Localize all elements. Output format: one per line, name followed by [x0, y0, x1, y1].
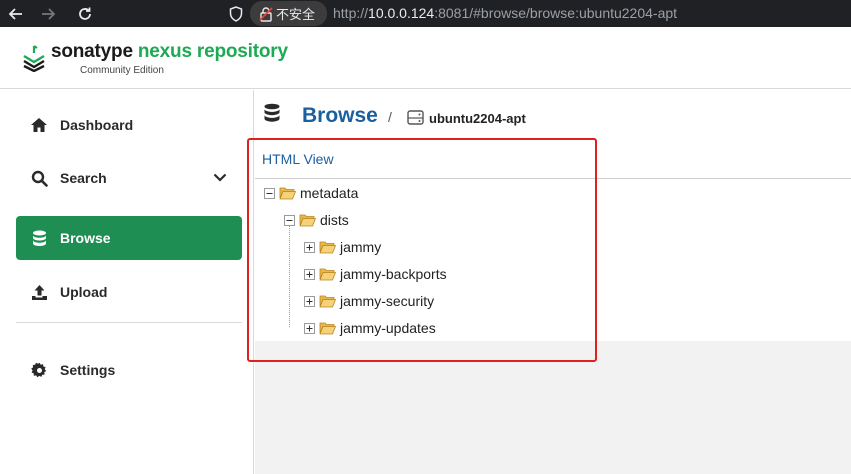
sidebar-item-label: Browse — [60, 230, 111, 246]
view-divider — [255, 178, 851, 179]
sidebar-divider — [16, 322, 242, 323]
tree-node-label: jammy-updates — [340, 320, 436, 336]
empty-panel-area — [255, 341, 851, 474]
sidebar-item-label: Upload — [60, 284, 108, 300]
database-icon — [264, 103, 280, 122]
folder-open-icon — [279, 187, 296, 200]
sidebar-item-search[interactable]: Search — [16, 156, 242, 200]
tree-node-dists[interactable]: dists — [284, 210, 349, 230]
brand-product: nexus repository — [137, 41, 288, 62]
tree-node-jammy[interactable]: jammy — [304, 237, 381, 257]
upload-icon — [29, 282, 49, 302]
folder-open-icon — [319, 241, 336, 254]
search-icon — [29, 168, 49, 188]
folder-open-icon — [319, 322, 336, 335]
arrow-left-icon — [8, 8, 22, 20]
sidebar-item-label: Settings — [60, 362, 116, 378]
back-button[interactable] — [6, 4, 26, 24]
repository-icon — [407, 110, 424, 125]
page-title[interactable]: Browse — [302, 104, 378, 128]
tree-node-label: jammy-security — [340, 293, 435, 309]
expand-icon[interactable] — [304, 322, 315, 334]
broken-lock-icon — [259, 6, 273, 22]
home-icon — [29, 115, 49, 135]
tree-node-label: metadata — [300, 185, 359, 201]
url-path: :8081/#browse/browse:ubuntu2204-apt — [434, 5, 678, 21]
tree-node-metadata[interactable]: metadata — [264, 183, 358, 203]
tree-node-jammy-backports[interactable]: jammy-backports — [304, 264, 447, 284]
main-content: Browse / ubuntu2204-apt HTML View metada… — [255, 90, 851, 474]
tree-node-label: jammy-backports — [340, 266, 447, 282]
app-header: sonatype nexus repository Community Edit… — [0, 27, 851, 89]
breadcrumb-repository: ubuntu2204-apt — [429, 111, 526, 126]
forward-button[interactable] — [38, 4, 58, 24]
database-icon — [29, 228, 49, 248]
brand-name: sonatype nexus repository — [51, 41, 288, 63]
chevron-down-icon[interactable] — [212, 169, 228, 185]
url-scheme: http:// — [333, 5, 369, 21]
folder-open-icon — [319, 295, 336, 308]
sidebar-item-browse[interactable]: Browse — [16, 216, 242, 260]
folder-open-icon — [319, 268, 336, 281]
expand-icon[interactable] — [304, 268, 315, 280]
gear-icon — [29, 360, 49, 380]
sonatype-logo-icon[interactable] — [22, 44, 46, 72]
sidebar: Dashboard Search Browse Upload Settings — [0, 90, 254, 474]
sidebar-item-upload[interactable]: Upload — [16, 270, 242, 314]
sidebar-item-settings[interactable]: Settings — [16, 348, 242, 392]
reload-button[interactable] — [75, 4, 95, 24]
tree-connector — [289, 215, 290, 327]
collapse-icon[interactable] — [264, 187, 275, 199]
html-view-link[interactable]: HTML View — [262, 151, 334, 167]
sidebar-item-label: Search — [60, 170, 107, 186]
folder-open-icon — [299, 214, 316, 227]
address-bar[interactable]: http://10.0.0.124:8081/#browse/browse:ub… — [333, 5, 677, 21]
expand-icon[interactable] — [304, 241, 315, 253]
tree-node-jammy-security[interactable]: jammy-security — [304, 291, 434, 311]
security-indicator[interactable]: 不安全 — [250, 1, 327, 26]
breadcrumb-separator: / — [388, 109, 392, 125]
reload-icon — [79, 7, 91, 20]
tree-node-label: dists — [320, 212, 349, 228]
tree-node-jammy-updates[interactable]: jammy-updates — [304, 318, 436, 338]
url-host: 10.0.0.124 — [368, 5, 435, 21]
browser-toolbar: 不安全 http://10.0.0.124:8081/#browse/brows… — [0, 0, 851, 27]
sidebar-item-label: Dashboard — [60, 117, 134, 133]
sidebar-item-dashboard[interactable]: Dashboard — [16, 103, 242, 147]
arrow-right-icon — [42, 8, 56, 20]
edition-label: Community Edition — [80, 65, 164, 76]
collapse-icon[interactable] — [284, 214, 295, 226]
brand-sonatype: sonatype — [51, 41, 138, 62]
security-label: 不安全 — [276, 7, 316, 22]
expand-icon[interactable] — [304, 295, 315, 307]
tree-node-label: jammy — [340, 239, 382, 255]
tracking-shield-icon[interactable] — [227, 4, 245, 23]
